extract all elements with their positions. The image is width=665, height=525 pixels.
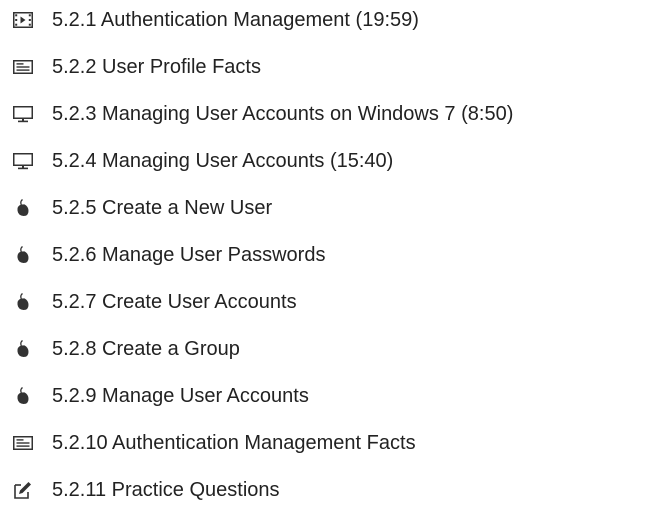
mouse-icon (13, 245, 33, 265)
mouse-icon (13, 339, 33, 359)
lesson-label: 5.2.1 Authentication Management (19:59) (52, 9, 419, 31)
lesson-label: 5.2.8 Create a Group (52, 338, 240, 360)
document-icon (13, 57, 33, 77)
lesson-label: 5.2.4 Managing User Accounts (15:40) (52, 150, 394, 172)
quiz-icon (13, 480, 33, 500)
lesson-label: 5.2.7 Create User Accounts (52, 291, 297, 313)
lesson-label: 5.2.5 Create a New User (52, 197, 273, 219)
lesson-label: 5.2.11 Practice Questions (52, 479, 280, 501)
lesson-item-5-2-6[interactable]: 5.2.6 Manage User Passwords (0, 235, 665, 275)
document-icon (13, 433, 33, 453)
mouse-icon (13, 292, 33, 312)
lesson-label: 5.2.3 Managing User Accounts on Windows … (52, 103, 514, 125)
monitor-icon (13, 151, 33, 171)
lesson-label: 5.2.9 Manage User Accounts (52, 385, 309, 407)
monitor-icon (13, 104, 33, 124)
lesson-label: 5.2.6 Manage User Passwords (52, 244, 326, 266)
lesson-label: 5.2.2 User Profile Facts (52, 56, 261, 78)
lesson-item-5-2-7[interactable]: 5.2.7 Create User Accounts (0, 282, 665, 322)
video-icon (13, 10, 33, 30)
mouse-icon (13, 386, 33, 406)
mouse-icon (13, 198, 33, 218)
lesson-item-5-2-11[interactable]: 5.2.11 Practice Questions (0, 470, 665, 510)
lesson-item-5-2-10[interactable]: 5.2.10 Authentication Management Facts (0, 423, 665, 463)
lesson-item-5-2-3[interactable]: 5.2.3 Managing User Accounts on Windows … (0, 94, 665, 134)
lesson-label: 5.2.10 Authentication Management Facts (52, 432, 416, 454)
lesson-item-5-2-9[interactable]: 5.2.9 Manage User Accounts (0, 376, 665, 416)
lesson-item-5-2-2[interactable]: 5.2.2 User Profile Facts (0, 47, 665, 87)
lesson-item-5-2-4[interactable]: 5.2.4 Managing User Accounts (15:40) (0, 141, 665, 181)
lesson-item-5-2-5[interactable]: 5.2.5 Create a New User (0, 188, 665, 228)
lesson-item-5-2-8[interactable]: 5.2.8 Create a Group (0, 329, 665, 369)
lesson-item-5-2-1[interactable]: 5.2.1 Authentication Management (19:59) (0, 0, 665, 40)
